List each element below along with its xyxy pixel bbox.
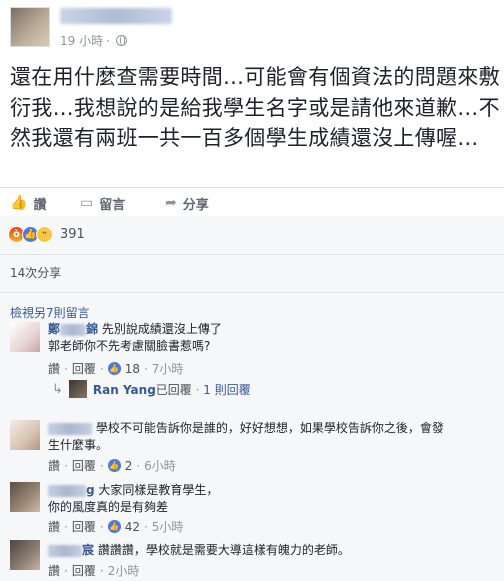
comment-like-link[interactable]: 讚 bbox=[48, 457, 60, 474]
comment-button[interactable]: ▭ 留言 bbox=[80, 194, 125, 213]
comment-reply-link[interactable]: 回覆 bbox=[72, 562, 96, 579]
comment-actions: 讚 · 回覆 · 2小時 bbox=[48, 562, 140, 579]
post-meta: 19 小時 · bbox=[60, 32, 127, 49]
share-label: 分享 bbox=[182, 197, 209, 213]
share-count[interactable]: 14次分享 bbox=[10, 264, 61, 281]
divider bbox=[0, 292, 504, 293]
comment-like-link[interactable]: 讚 bbox=[48, 518, 60, 535]
comment-reply-link[interactable]: 回覆 bbox=[72, 457, 96, 474]
reply-summary[interactable]: ↳ Ran Yang已回覆 · 1 則回覆 bbox=[52, 380, 251, 398]
replier-name[interactable]: Ran Yang bbox=[93, 383, 156, 397]
comment-line: 郭老師你不先考慮關臉書惹嗎? bbox=[48, 339, 211, 353]
haha-icon: ᵕ bbox=[36, 226, 53, 243]
reactions-summary[interactable]: ò 👍 ᵕ 391 bbox=[8, 226, 85, 243]
comment-like-count[interactable]: 2 bbox=[125, 459, 133, 473]
comment-actions: 讚 · 回覆 · 👍 2 · 6小時 bbox=[48, 457, 176, 474]
share-arrow-icon: ➦ bbox=[165, 195, 177, 211]
reply-summary-text: Ran Yang已回覆 · 1 則回覆 bbox=[92, 382, 251, 397]
commenter-name[interactable]: 鄭錦 bbox=[48, 322, 98, 336]
replier-avatar bbox=[68, 380, 87, 398]
like-button[interactable]: 👍 讚 bbox=[10, 194, 46, 213]
comment-text: 宸 讚讚讚，學校就是需要大導這樣有魄力的老師。 bbox=[48, 542, 350, 559]
share-button[interactable]: ➦ 分享 bbox=[165, 194, 209, 213]
thumbs-up-icon: 👍 bbox=[10, 195, 28, 211]
commenter-avatar[interactable] bbox=[10, 322, 40, 352]
commenter-name[interactable]: g bbox=[48, 483, 95, 497]
comment-reply-link[interactable]: 回覆 bbox=[72, 518, 96, 535]
comment-text: g 大家同樣是教育學生， 你的風度真的是有夠差 bbox=[48, 482, 218, 516]
like-label: 讚 bbox=[33, 197, 47, 213]
comment-like-link[interactable]: 讚 bbox=[48, 360, 60, 377]
commenter-avatar[interactable] bbox=[10, 482, 40, 512]
comment-time[interactable]: 6小時 bbox=[144, 457, 176, 474]
author-name-redacted[interactable] bbox=[60, 8, 172, 24]
globe-icon[interactable] bbox=[115, 35, 127, 46]
comment-text: 鄭錦 先別說成績還沒上傳了 郭老師你不先考慮關臉書惹嗎? bbox=[48, 321, 222, 355]
reaction-count: 391 bbox=[60, 227, 85, 242]
divider bbox=[0, 187, 504, 188]
separator-dot: · bbox=[106, 33, 110, 48]
comment-time[interactable]: 5小時 bbox=[152, 518, 184, 535]
comment-line: 先別說成績還沒上傳了 bbox=[101, 322, 222, 336]
comment-time[interactable]: 7小時 bbox=[152, 360, 184, 377]
author-avatar[interactable] bbox=[10, 7, 50, 47]
comment-actions: 讚 · 回覆 · 👍 18 · 7小時 bbox=[48, 360, 184, 377]
commenter-name[interactable] bbox=[48, 421, 92, 435]
commenter-name[interactable]: 宸 bbox=[48, 543, 94, 557]
commenter-avatar[interactable] bbox=[10, 540, 40, 570]
comment-line: 大家同樣是教育學生， bbox=[98, 483, 219, 497]
reply-arrow-icon: ↳ bbox=[52, 381, 63, 397]
divider bbox=[0, 254, 504, 255]
comment-line: 生什麼事。 bbox=[48, 438, 109, 452]
post-action-bar: 👍 讚 ▭ 留言 ➦ 分享 bbox=[0, 190, 504, 216]
commenter-avatar[interactable] bbox=[10, 420, 40, 450]
comment-reply-link[interactable]: 回覆 bbox=[72, 360, 96, 377]
reply-count[interactable]: 1 則回覆 bbox=[203, 383, 250, 397]
post-time[interactable]: 19 小時 bbox=[60, 32, 103, 49]
view-more-comments-link[interactable]: 檢視另7則留言 bbox=[10, 304, 90, 321]
comment-line: 你的風度真的是有夠差 bbox=[48, 500, 169, 514]
comment-time[interactable]: 2小時 bbox=[108, 562, 140, 579]
post-text: 還在用什麼查需要時間…可能會有個資法的問題來敷衍我…我想說的是給我學生名字或是請… bbox=[10, 65, 500, 150]
comment-actions: 讚 · 回覆 · 👍 42 · 5小時 bbox=[48, 518, 184, 535]
comment-like-count[interactable]: 18 bbox=[125, 362, 140, 376]
speech-bubble-icon: ▭ bbox=[80, 195, 94, 211]
comment-line: 讚讚讚，學校就是需要大導這樣有魄力的老師。 bbox=[97, 543, 350, 557]
comment-text: 學校不可能告訴你是誰的，好好想想，如果學校告訴你之後，會發 生什麼事。 bbox=[48, 420, 444, 454]
like-icon: 👍 bbox=[107, 362, 121, 375]
comment-like-link[interactable]: 讚 bbox=[48, 562, 60, 579]
comment-label: 留言 bbox=[99, 197, 126, 213]
like-icon: 👍 bbox=[107, 459, 121, 472]
comment-like-count[interactable]: 42 bbox=[125, 520, 140, 534]
post-header: 19 小時 · bbox=[0, 0, 504, 58]
comment-line: 學校不可能告訴你是誰的，好好想想，如果學校告訴你之後，會發 bbox=[95, 421, 444, 435]
like-icon: 👍 bbox=[107, 520, 121, 533]
